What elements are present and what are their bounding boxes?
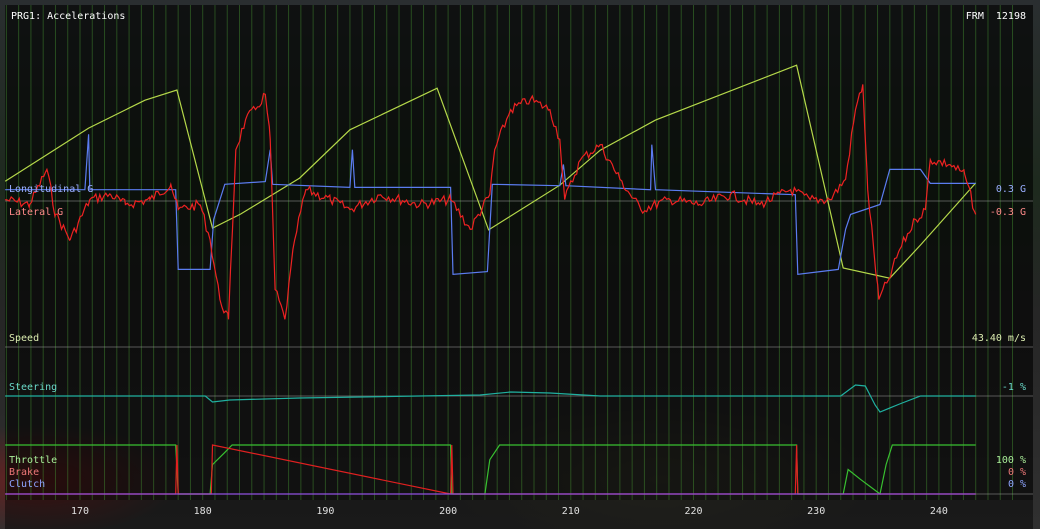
frame-label: FRM — [965, 11, 984, 22]
x-tick-label: 190 — [316, 506, 335, 517]
panel-background — [5, 5, 1033, 500]
lateral-g-label: Lateral G — [9, 207, 64, 218]
clutch-label: Clutch — [9, 479, 46, 490]
speed-value: 43.40 m/s — [971, 333, 1026, 344]
throttle-value: 100 % — [995, 455, 1026, 466]
x-tick-label: 200 — [439, 506, 458, 517]
x-tick-label: 230 — [807, 506, 826, 517]
x-tick-label: 220 — [684, 506, 703, 517]
panel-title: PRG1: Accelerations — [11, 11, 126, 22]
steering-label: Steering — [9, 382, 58, 393]
steering-value: -1 % — [1001, 382, 1026, 393]
x-tick-label: 180 — [193, 506, 212, 517]
x-tick-label: 210 — [561, 506, 580, 517]
clutch-value: 0 % — [1007, 479, 1026, 490]
frame-counter: FRM 12198 — [966, 11, 1026, 22]
x-tick-label: 170 — [70, 506, 90, 517]
throttle-label: Throttle — [9, 455, 58, 466]
speed-label: Speed — [9, 333, 40, 344]
x-tick-label: 240 — [929, 506, 948, 517]
longitudinal-g-label: Longitudinal G — [9, 184, 94, 195]
lateral-g-value: -0.3 G — [989, 207, 1026, 218]
frame-value: 12198 — [995, 11, 1026, 22]
longitudinal-g-value: 0.3 G — [995, 184, 1026, 195]
telemetry-plot — [4, 5, 1033, 529]
axis-band — [5, 500, 1033, 529]
brake-value: 0 % — [1007, 467, 1026, 478]
brake-label: Brake — [9, 467, 40, 478]
